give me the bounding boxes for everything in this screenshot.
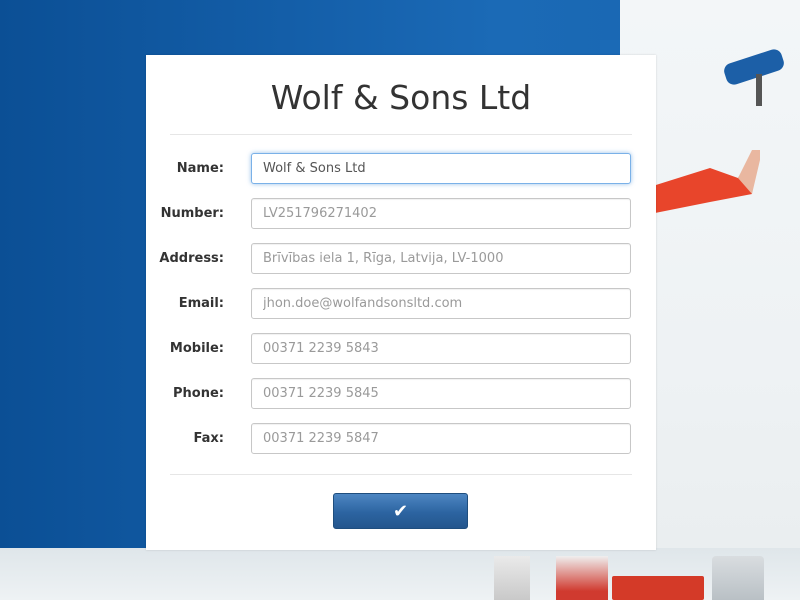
form-row-phone: Phone: — [146, 378, 656, 410]
email-label: Email: — [178, 296, 224, 311]
painter-arm-image — [640, 150, 760, 216]
paint-tray — [612, 576, 704, 600]
fax-label: Fax: — [193, 431, 224, 446]
address-label: Address: — [159, 251, 224, 266]
divider — [170, 474, 632, 475]
painter-shoe-right — [556, 556, 608, 600]
form-row-number: Number: — [146, 198, 656, 230]
divider — [170, 134, 632, 135]
submit-button[interactable]: ✔ — [333, 493, 468, 529]
mobile-field[interactable] — [251, 333, 631, 364]
form-row-mobile: Mobile: — [146, 333, 656, 365]
form-row-fax: Fax: — [146, 423, 656, 455]
checkmark-icon: ✔ — [392, 501, 409, 521]
address-field[interactable] — [251, 243, 631, 274]
number-label: Number: — [160, 206, 224, 221]
email-field[interactable] — [251, 288, 631, 319]
name-field[interactable] — [251, 153, 631, 184]
painter-shoe-left — [494, 556, 530, 600]
paint-roller-image — [724, 49, 784, 106]
form-row-address: Address: — [146, 243, 656, 275]
form-row-name: Name: — [146, 153, 656, 185]
paint-bucket — [712, 556, 764, 600]
phone-field[interactable] — [251, 378, 631, 409]
page-title: Wolf & Sons Ltd — [270, 78, 532, 117]
fax-field[interactable] — [251, 423, 631, 454]
form-row-email: Email: — [146, 288, 656, 320]
phone-label: Phone: — [173, 386, 224, 401]
company-form-card: Wolf & Sons Ltd Name: Number: Address: E… — [146, 55, 656, 550]
name-label: Name: — [176, 161, 224, 176]
mobile-label: Mobile: — [169, 341, 224, 356]
number-field[interactable] — [251, 198, 631, 229]
